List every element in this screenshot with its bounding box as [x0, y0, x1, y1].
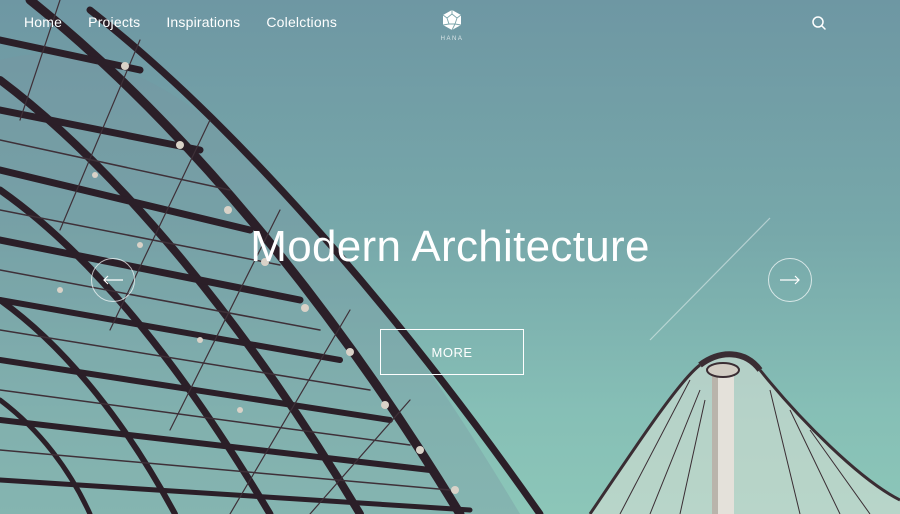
brand-logo-text: HANA	[440, 36, 464, 42]
polyhedron-logo-icon	[442, 10, 462, 31]
next-slide-button[interactable]	[768, 258, 812, 302]
arrow-right-icon	[780, 275, 800, 285]
hero-slider: Home Projects Inspirations Colelctions H…	[0, 0, 900, 514]
search-icon	[812, 16, 826, 30]
prev-slide-button[interactable]	[91, 258, 135, 302]
search-button[interactable]	[811, 15, 827, 31]
main-nav: Home Projects Inspirations Colelctions	[24, 14, 337, 30]
nav-item-collections[interactable]: Colelctions	[266, 14, 337, 30]
nav-item-inspirations[interactable]: Inspirations	[166, 14, 240, 30]
arrow-left-icon	[103, 275, 123, 285]
brand-logo[interactable]: HANA	[436, 9, 468, 42]
nav-item-projects[interactable]: Projects	[88, 14, 140, 30]
hero-title: Modern Architecture	[250, 222, 650, 271]
nav-item-home[interactable]: Home	[24, 14, 62, 30]
more-button[interactable]: MORE	[380, 329, 524, 375]
